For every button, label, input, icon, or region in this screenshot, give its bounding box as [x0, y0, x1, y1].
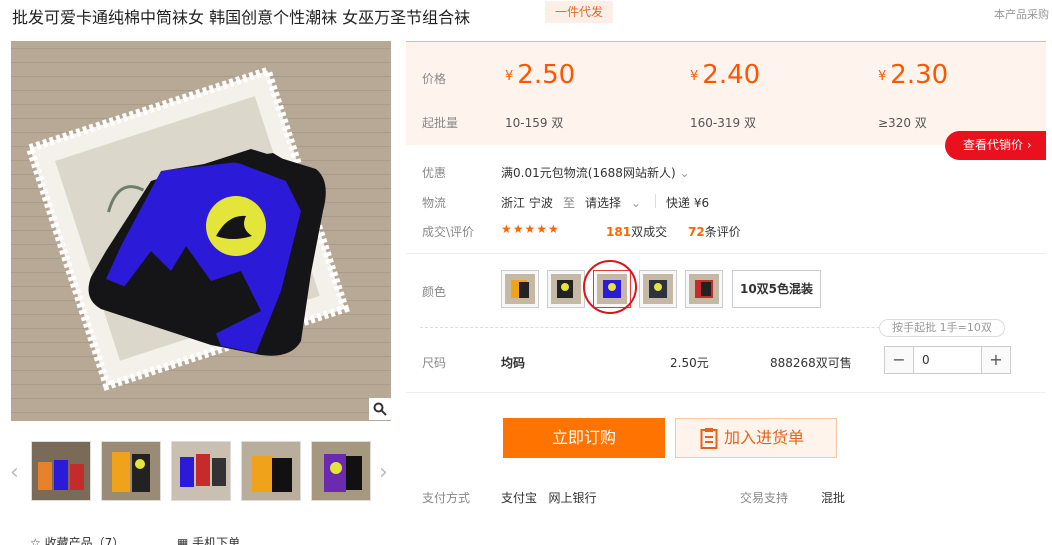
- to-word: 至: [563, 196, 576, 210]
- selection-highlight: [583, 260, 637, 314]
- payment-methods: 支付宝 网上银行: [501, 491, 597, 505]
- divider: [406, 392, 1046, 393]
- add-cart-label: 加入进货单: [724, 428, 805, 447]
- main-product-image[interactable]: [11, 41, 391, 421]
- trade-value: 混批: [821, 491, 846, 505]
- chevron-down-icon: ⌄: [630, 196, 641, 210]
- payment-label: 支付方式: [422, 491, 471, 505]
- mobile-order-link[interactable]: ▦ 手机下单: [177, 534, 240, 545]
- increment-button[interactable]: +: [982, 347, 1010, 373]
- chevron-down-icon: ⌄: [679, 166, 690, 180]
- min-order-badge: 按手起批 1手=10双: [879, 319, 1005, 337]
- price-tier-3: ¥2.30: [878, 60, 949, 90]
- qr-code-icon: ▦: [177, 536, 189, 545]
- thumbnail-4[interactable]: [241, 441, 301, 501]
- price-tier-1: ¥2.50: [505, 60, 576, 90]
- thumbnail-3[interactable]: [171, 441, 231, 501]
- order-now-button[interactable]: 立即订购: [503, 418, 665, 458]
- color-swatch-1[interactable]: [501, 270, 539, 308]
- thumbnail-1[interactable]: [31, 441, 91, 501]
- reviews-link[interactable]: 72条评价: [688, 223, 741, 240]
- favorite-label: 收藏产品（7）: [44, 536, 125, 545]
- zoom-icon[interactable]: [369, 398, 391, 420]
- thumbnail-2[interactable]: [101, 441, 161, 501]
- color-option-mix[interactable]: 10双5色混装: [732, 270, 821, 308]
- reviews-text: 条评价: [704, 225, 741, 239]
- mobile-order-label: 手机下单: [192, 536, 241, 545]
- color-swatch-2[interactable]: [547, 270, 585, 308]
- express-fee: 快递 ¥6: [666, 196, 710, 210]
- color-label: 颜色: [422, 285, 447, 299]
- deals-text: 双成交: [631, 225, 668, 239]
- ship-to-text: 请选择: [585, 196, 622, 210]
- quantity-input[interactable]: [913, 347, 982, 373]
- color-swatch-4[interactable]: [639, 270, 677, 308]
- ship-to-select[interactable]: 请选择 ⌄: [585, 194, 641, 211]
- quantity-stepper: − +: [884, 346, 1011, 374]
- price-tier-2: ¥2.40: [690, 60, 761, 90]
- size-value: 均码: [501, 356, 526, 370]
- deals-link[interactable]: 181双成交: [606, 223, 667, 240]
- favorite-link[interactable]: ☆ 收藏产品（7）: [30, 534, 124, 545]
- deals-count: 181: [606, 225, 632, 239]
- star-outline-icon: ☆: [30, 536, 41, 545]
- view-dropship-price-button[interactable]: 查看代销价 ›: [945, 131, 1046, 160]
- add-to-cart-button[interactable]: 加入进货单: [675, 418, 837, 458]
- dropship-badge[interactable]: 一件代发: [545, 1, 613, 23]
- review-label: 成交\评价: [422, 225, 475, 239]
- promo-label: 优惠: [422, 166, 447, 180]
- sku-price: 2.50元: [670, 356, 709, 370]
- sku-stock: 888268双可售: [770, 356, 852, 370]
- product-title: 批发可爱卡通纯棉中筒袜女 韩国创意个性潮袜 女巫万圣节组合袜: [12, 8, 471, 27]
- moq-tier-1: 10-159 双: [505, 116, 564, 130]
- moq-label: 起批量: [422, 116, 459, 130]
- moq-tier-2: 160-319 双: [690, 116, 756, 130]
- promo-dropdown[interactable]: 满0.01元包物流(1688网站新人) ⌄: [501, 164, 690, 181]
- ship-from: 浙江 宁波: [501, 196, 553, 210]
- divider: [406, 253, 1046, 254]
- rating-stars: ★★★★★: [501, 222, 560, 236]
- chevron-right-icon[interactable]: ›: [379, 460, 388, 485]
- moq-tier-3: ≥320 双: [878, 116, 927, 130]
- shipping-label: 物流: [422, 196, 447, 210]
- clipboard-icon: [700, 428, 718, 449]
- promo-text: 满0.01元包物流(1688网站新人): [501, 166, 676, 180]
- size-label: 尺码: [422, 356, 447, 370]
- chevron-left-icon[interactable]: ‹: [10, 460, 19, 485]
- price-label: 价格: [422, 72, 447, 86]
- procurement-note[interactable]: 本产品采购: [994, 6, 1049, 22]
- thumbnail-5[interactable]: [311, 441, 371, 501]
- color-swatch-5[interactable]: [685, 270, 723, 308]
- trade-label: 交易支持: [740, 491, 789, 505]
- reviews-count: 72: [688, 225, 705, 239]
- divider: [655, 194, 656, 208]
- decrement-button[interactable]: −: [885, 347, 913, 373]
